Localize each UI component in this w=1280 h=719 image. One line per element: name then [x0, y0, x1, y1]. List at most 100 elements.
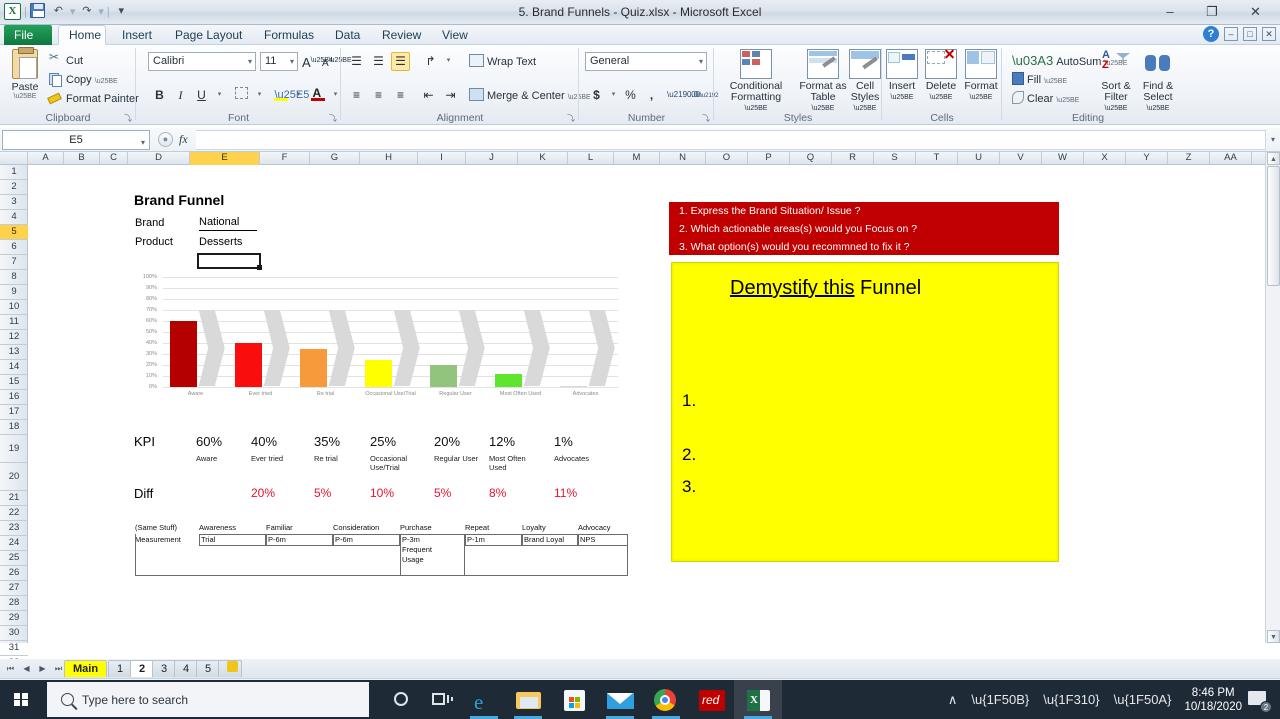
microsoft-store-button[interactable] [550, 680, 598, 719]
clipboard-dialog-launcher[interactable]: ⤵ [124, 113, 134, 123]
row-header-29[interactable]: 29 [0, 611, 28, 626]
orientation-button[interactable]: ↱ [421, 52, 440, 71]
comma-style-button[interactable]: , [642, 86, 661, 105]
row-header-27[interactable]: 27 [0, 581, 28, 596]
row-header-14[interactable]: 14 [0, 360, 28, 375]
close-window-icon[interactable]: ✕ [1262, 27, 1276, 41]
number-dialog-launcher[interactable]: ⤵ [702, 113, 712, 123]
column-header-E[interactable]: E [190, 152, 260, 165]
row-header-9[interactable]: 9 [0, 285, 28, 300]
minimize-ribbon-icon[interactable]: – [1224, 27, 1238, 41]
excel-taskbar-button[interactable]: X [734, 680, 782, 719]
column-header-B[interactable]: B [64, 152, 100, 165]
prev-sheet-button[interactable]: ◀ [20, 662, 33, 675]
fill-color-button[interactable]: \u25E5 [271, 86, 309, 105]
chart-bar-aware[interactable] [169, 321, 197, 387]
underline-caret-icon[interactable]: ▾ [210, 86, 229, 105]
show-hidden-icons-button[interactable]: ∧ [948, 692, 958, 708]
increase-decimal-button[interactable]: \u2190.00 [667, 86, 701, 105]
column-header-S[interactable]: S [874, 152, 916, 165]
search-input[interactable]: Type here to search [47, 682, 369, 717]
clear-button[interactable]: Clear \u25BE [1012, 91, 1079, 105]
insert-cells-button[interactable]: Insert \u25BE [882, 49, 922, 103]
red-app-button[interactable]: red [688, 680, 736, 719]
network-icon[interactable]: \u{1F310} [1043, 692, 1099, 707]
row-header-12[interactable]: 12 [0, 330, 28, 345]
tab-review[interactable]: Review [372, 25, 431, 45]
row-header-5[interactable]: 5 [0, 225, 28, 240]
conditional-formatting-button[interactable]: Conditional Formatting \u25BE [720, 49, 792, 114]
column-header-X[interactable]: X [1084, 152, 1126, 165]
scroll-up-icon[interactable]: ▲ [1267, 152, 1280, 165]
fill-button[interactable]: Fill \u25BE [1012, 72, 1067, 86]
volume-icon[interactable]: \u{1F50A} [1114, 692, 1172, 707]
row-header-17[interactable]: 17 [0, 405, 28, 420]
first-sheet-button[interactable]: ⏮ [4, 662, 17, 675]
column-header-Z[interactable]: Z [1168, 152, 1210, 165]
row-header-13[interactable]: 13 [0, 345, 28, 360]
column-header-AA[interactable]: AA [1210, 152, 1252, 165]
align-center-button[interactable]: ≡ [369, 86, 388, 105]
italic-button[interactable]: I [171, 86, 190, 105]
row-header-7[interactable]: 7 [0, 255, 28, 270]
alignment-dialog-launcher[interactable]: ⤵ [567, 113, 577, 123]
font-size-combo[interactable]: 11 [260, 52, 298, 71]
tab-data[interactable]: Data [325, 25, 370, 45]
vertical-scroll-thumb[interactable] [1267, 166, 1280, 286]
borders-caret-icon[interactable]: ▾ [250, 86, 269, 105]
column-header-Q[interactable]: Q [790, 152, 832, 165]
align-left-button[interactable]: ≡ [347, 86, 366, 105]
tab-home[interactable]: Home [58, 25, 106, 45]
column-header-I[interactable]: I [418, 152, 466, 165]
align-top-button[interactable]: ☰ [347, 52, 366, 71]
name-box[interactable]: E5 [2, 129, 150, 152]
notification-center-button[interactable]: 2 [1248, 689, 1272, 713]
decrease-indent-button[interactable]: ⇤ [419, 86, 438, 105]
help-icon[interactable]: ? [1203, 26, 1219, 42]
font-dialog-launcher[interactable]: ⤵ [329, 113, 339, 123]
cut-button[interactable]: Cut [48, 50, 83, 67]
column-header-F[interactable]: F [260, 152, 310, 165]
tab-page-layout[interactable]: Page Layout [165, 25, 252, 45]
sheet-tab-5[interactable]: 5 [196, 660, 221, 677]
expand-formula-bar-icon[interactable]: ▾ [1266, 135, 1280, 144]
row-header-25[interactable]: 25 [0, 551, 28, 566]
underline-button[interactable]: U [192, 86, 211, 105]
format-painter-button[interactable]: Format Painter [48, 91, 139, 105]
row-header-15[interactable]: 15 [0, 375, 28, 390]
row-header-21[interactable]: 21 [0, 491, 28, 506]
column-header-T[interactable]: T [916, 152, 958, 165]
wrap-text-button[interactable]: Wrap Text [469, 54, 536, 68]
tab-view[interactable]: View [432, 25, 478, 45]
row-header-2[interactable]: 2 [0, 180, 28, 195]
row-header-23[interactable]: 23 [0, 521, 28, 536]
tab-insert[interactable]: Insert [112, 25, 162, 45]
column-header-M[interactable]: M [614, 152, 660, 165]
close-button[interactable]: ✕ [1233, 1, 1278, 23]
chart-bar-re-trial[interactable] [299, 348, 327, 387]
formula-input[interactable] [195, 129, 1266, 150]
column-header-W[interactable]: W [1042, 152, 1084, 165]
column-header-O[interactable]: O [706, 152, 748, 165]
column-header-N[interactable]: N [660, 152, 706, 165]
row-header-28[interactable]: 28 [0, 596, 28, 611]
font-color-button[interactable]: A [308, 86, 327, 105]
column-header-G[interactable]: G [310, 152, 360, 165]
sheet-tab-4[interactable]: 4 [174, 660, 199, 677]
number-format-combo[interactable]: General [585, 52, 707, 71]
percent-style-button[interactable]: % [621, 86, 640, 105]
sheet-tab-1[interactable]: 1 [108, 660, 133, 677]
row-header-20[interactable]: 20 [0, 463, 28, 491]
sheet-content[interactable]: Brand Funnel Brand National Product Dess… [29, 166, 1265, 643]
row-header-16[interactable]: 16 [0, 390, 28, 405]
selected-cell-e5[interactable] [197, 253, 262, 270]
column-header-K[interactable]: K [518, 152, 568, 165]
maximize-button[interactable]: ❐ [1191, 1, 1233, 23]
chart-bar-ever-tried[interactable] [234, 343, 262, 387]
start-button[interactable] [0, 680, 46, 719]
column-header-R[interactable]: R [832, 152, 874, 165]
orientation-caret-icon[interactable]: ▾ [439, 52, 458, 71]
chart-bar-advocates[interactable] [559, 385, 587, 387]
chart-bar-occasional-use-trial[interactable] [364, 359, 392, 387]
column-header-Y[interactable]: Y [1126, 152, 1168, 165]
